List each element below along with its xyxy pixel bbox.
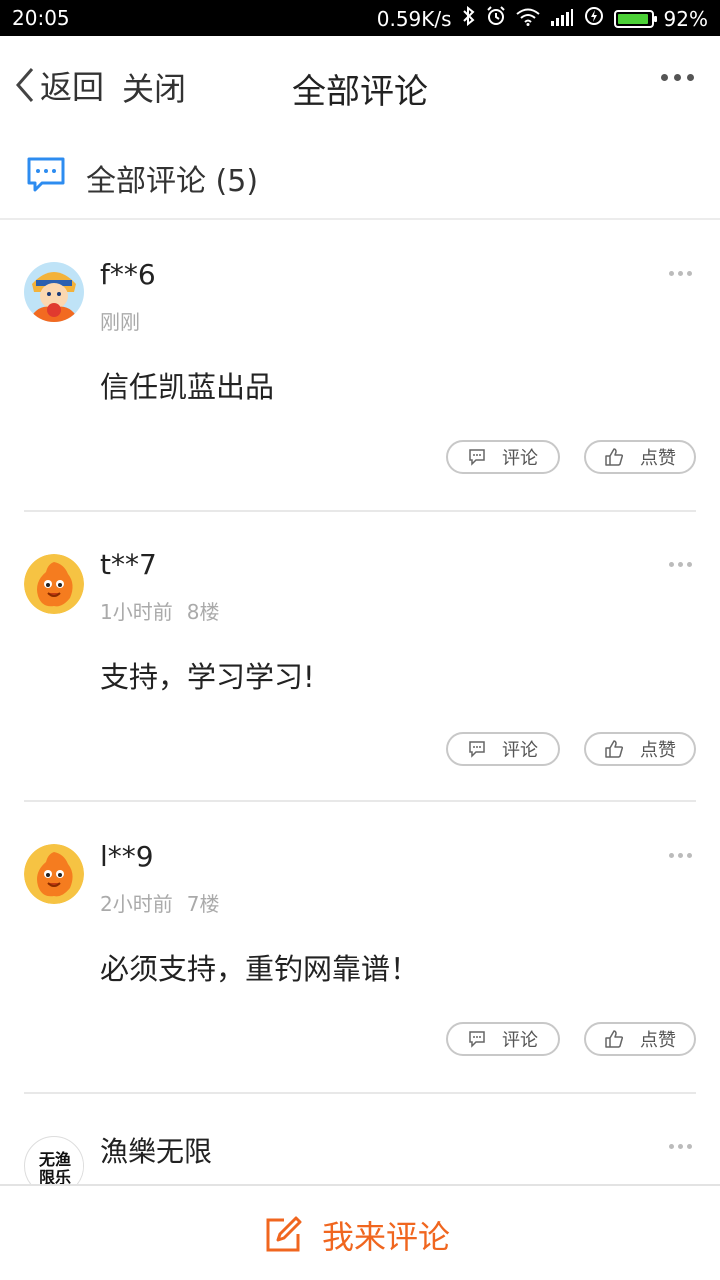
battery-percent: 92% [663, 6, 708, 31]
like-label: 点赞 [640, 448, 676, 469]
comment-item: t**7 1小时前 8楼 支持，学习学习! 评论 点赞 [0, 512, 720, 802]
calligraphy-logo: 无渔 限乐 [26, 1138, 83, 1184]
comment-more-icon[interactable] [669, 562, 692, 567]
battery-icon [613, 9, 657, 28]
comment-author[interactable]: l**9 [100, 840, 154, 873]
signal-icon [550, 7, 574, 31]
charging-icon [584, 6, 604, 31]
bottom-bar: 我来评论 [0, 1184, 720, 1280]
comment-author[interactable]: 漁樂无限 [100, 1130, 212, 1170]
comment-more-icon[interactable] [669, 271, 692, 276]
comment-reply-button[interactable]: 评论 [446, 1022, 560, 1056]
back-button[interactable]: 返回 [12, 62, 104, 108]
wifi-icon [515, 7, 540, 31]
alarm-icon [486, 6, 506, 31]
comment-author[interactable]: t**7 [100, 548, 157, 581]
avatar[interactable] [24, 554, 84, 614]
network-speed: 0.59K/s [376, 6, 452, 31]
comment-text: 信任凯蓝出品 [100, 370, 275, 404]
write-comment-label: 我来评论 [322, 1218, 451, 1256]
comment-meta: 1小时前 8楼 [100, 596, 219, 625]
page-title: 全部评论 [292, 72, 428, 112]
comment-more-icon[interactable] [669, 853, 692, 858]
comment-text: 支持，学习学习! [100, 660, 315, 694]
like-button[interactable]: 点赞 [584, 440, 696, 474]
reply-icon [469, 1031, 485, 1048]
like-button[interactable]: 点赞 [584, 1022, 696, 1056]
svg-text:限乐: 限乐 [39, 1168, 71, 1184]
thumbs-up-icon [605, 740, 624, 758]
comment-meta: 刚刚 [100, 306, 140, 335]
comment-reply-button[interactable]: 评论 [446, 732, 560, 766]
thumbs-up-icon [605, 1030, 624, 1048]
reply-label: 评论 [502, 448, 538, 469]
status-time: 20:05 [12, 6, 70, 30]
like-button[interactable]: 点赞 [584, 732, 696, 766]
comment-item: l**9 2小时前 7楼 必须支持，重钓网靠谱！ 评论 点赞 [0, 802, 720, 1094]
thumbs-up-icon [605, 448, 624, 466]
avatar[interactable] [24, 844, 84, 904]
section-header: 全部评论 (5) [0, 132, 720, 220]
nav-bar: 返回 关闭 全部评论 [0, 36, 720, 132]
section-title: 全部评论 (5) [86, 164, 259, 199]
comment-floor: 8楼 [186, 600, 220, 624]
comment-bubble-icon [26, 156, 66, 198]
comment-author[interactable]: f**6 [100, 258, 156, 291]
bluetooth-icon [462, 5, 476, 31]
comment-time: 刚刚 [100, 310, 140, 334]
reply-label: 评论 [502, 1030, 538, 1051]
close-button[interactable]: 关闭 [122, 64, 186, 110]
avatar[interactable]: 无渔 限乐 [24, 1136, 84, 1184]
comment-text: 必须支持，重钓网靠谱！ [100, 952, 420, 986]
comment-time: 2小时前 [100, 892, 173, 916]
avatar[interactable] [24, 262, 84, 322]
svg-text:无渔: 无渔 [38, 1150, 71, 1169]
comment-meta: 2小时前 7楼 [100, 888, 219, 917]
like-label: 点赞 [640, 740, 676, 761]
comment-reply-button[interactable]: 评论 [446, 440, 560, 474]
comment-item: 无渔 限乐 漁樂无限 [0, 1094, 720, 1184]
back-label: 返回 [40, 68, 105, 106]
reply-label: 评论 [502, 740, 538, 761]
comment-more-icon[interactable] [669, 1144, 692, 1149]
write-comment-button[interactable]: 我来评论 [264, 1212, 450, 1258]
comment-item: f**6 刚刚 信任凯蓝出品 评论 点赞 [0, 220, 720, 512]
reply-icon [469, 741, 485, 758]
more-menu-icon[interactable] [661, 74, 694, 81]
status-bar: 20:05 0.59K/s 92% [0, 0, 720, 36]
edit-icon [266, 1216, 302, 1252]
like-label: 点赞 [640, 1030, 676, 1051]
comment-floor: 7楼 [186, 892, 220, 916]
comment-time: 1小时前 [100, 600, 173, 624]
reply-icon [469, 449, 485, 466]
chevron-left-icon [16, 68, 34, 102]
